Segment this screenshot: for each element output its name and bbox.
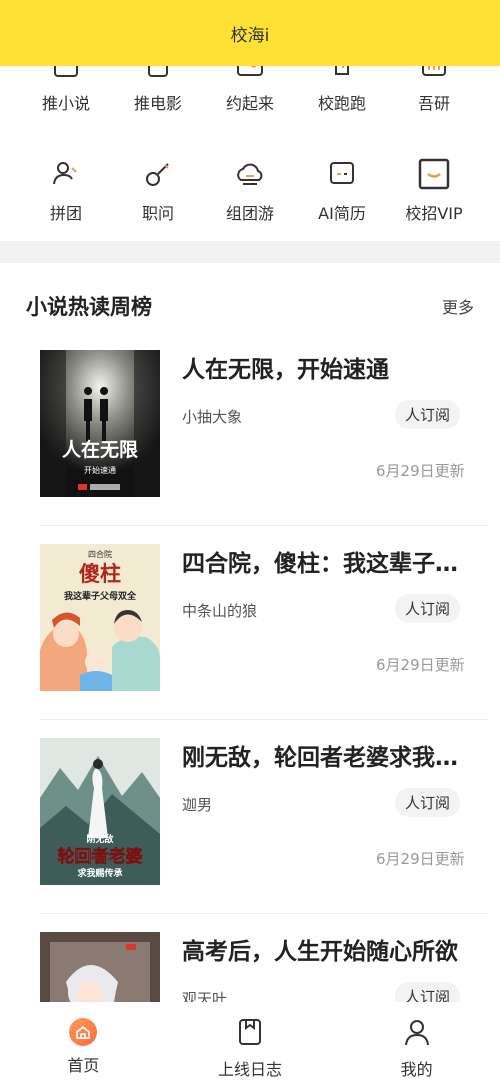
subscribe-badge: 人订阅 xyxy=(395,788,461,817)
grid-item-label: 吾研 xyxy=(417,94,450,113)
grid-item-campus-vip[interactable]: 校招VIP xyxy=(388,156,480,224)
grid-item-career[interactable]: 职问 xyxy=(112,156,204,224)
section-header: 小说热读周榜 更多 xyxy=(22,288,474,324)
grad-study-icon xyxy=(416,66,452,82)
profile-icon xyxy=(404,1018,430,1050)
subscribe-badge: 人订阅 xyxy=(395,594,461,623)
section-divider xyxy=(0,241,500,263)
app-header: 校海i xyxy=(0,0,500,66)
campus-vip-icon xyxy=(416,156,452,192)
svg-text:傻柱: 傻柱 xyxy=(79,561,121,586)
feature-grid-row-2: 拼团 职问 组团游 AI简历 校招VIP xyxy=(0,156,500,224)
career-icon xyxy=(140,156,176,192)
grid-item-errand[interactable]: 校跑跑 xyxy=(296,66,388,114)
tab-label: 首页 xyxy=(67,1056,100,1075)
book-author: 中条山的狼 xyxy=(182,602,258,620)
grid-item-label: 推电影 xyxy=(133,94,182,113)
book-list-item[interactable]: 人在无限 开始速通 人在无限，开始速通 小抽大象 人订阅 6月29日更新 xyxy=(40,332,488,526)
book-cover: 刚无敌 轮回者老婆 求我赐传承 xyxy=(40,738,160,885)
book-list-item[interactable]: 四合院 傻柱 我这辈子父母双全 四合院，傻柱：我这辈子父母双全 中条山的狼 人订… xyxy=(40,526,488,720)
book-cover: 四合院 傻柱 我这辈子父母双全 xyxy=(40,544,160,691)
section-title: 小说热读周榜 xyxy=(22,291,152,321)
group-buy-icon xyxy=(48,156,84,192)
update-date: 6月29日更新 xyxy=(376,656,465,674)
grid-item-label: 职问 xyxy=(141,204,174,223)
grid-item-cloud-travel[interactable]: 组团游 xyxy=(204,156,296,224)
grid-item-label: 校招VIP xyxy=(405,204,463,223)
tab-label: 我的 xyxy=(400,1060,433,1079)
grid-item-label: AI简历 xyxy=(318,204,366,223)
feature-grid-row-1: 推小说 推电影 约起来 校跑跑 吾研 xyxy=(0,66,500,114)
book-cover xyxy=(40,932,160,1002)
svg-text:开始速通: 开始速通 xyxy=(84,465,116,475)
svg-text:轮回者老婆: 轮回者老婆 xyxy=(58,846,143,867)
svg-text:四合院: 四合院 xyxy=(88,549,112,559)
book-cover: 人在无限 开始速通 xyxy=(40,350,160,497)
book-author: 小抽大象 xyxy=(182,408,243,426)
svg-text:我这辈子父母双全: 我这辈子父母双全 xyxy=(64,590,137,602)
grid-item-novel[interactable]: 推小说 xyxy=(20,66,112,114)
book-title[interactable]: 人在无限，开始速通 xyxy=(182,350,474,384)
book-title[interactable]: 高考后，人生开始随心所欲 xyxy=(182,932,474,966)
tab-profile[interactable]: 我的 xyxy=(333,1002,500,1082)
book-title[interactable]: 四合院，傻柱：我这辈子父母双全 xyxy=(182,544,474,578)
grid-item-label: 校跑跑 xyxy=(317,94,366,113)
tab-label: 上线日志 xyxy=(218,1060,283,1079)
grid-item-group-buy[interactable]: 拼团 xyxy=(20,156,112,224)
grid-item-meetup[interactable]: 约起来 xyxy=(204,66,296,114)
more-link[interactable]: 更多 xyxy=(442,294,474,318)
log-icon xyxy=(237,1018,263,1050)
book-author: 观天叶 xyxy=(182,990,228,1002)
svg-text:求我赐传承: 求我赐传承 xyxy=(77,867,122,879)
grid-item-grad-study[interactable]: 吾研 xyxy=(388,66,480,114)
grid-item-movie[interactable]: 推电影 xyxy=(112,66,204,114)
app-title: 校海i xyxy=(230,25,270,46)
home-icon xyxy=(69,1018,98,1046)
grid-item-ai-resume[interactable]: AI简历 xyxy=(296,156,388,224)
tab-changelog[interactable]: 上线日志 xyxy=(167,1002,334,1082)
update-date: 6月29日更新 xyxy=(376,850,465,868)
grid-item-label: 推小说 xyxy=(41,94,90,113)
grid-item-label: 组团游 xyxy=(225,204,274,223)
novel-icon xyxy=(48,66,84,82)
book-author: 迦男 xyxy=(182,796,213,814)
main-content[interactable]: 推小说 推电影 约起来 校跑跑 吾研 拼团 职问 组团游 AI简历 校招VIP … xyxy=(0,66,500,1002)
book-list-item[interactable]: 高考后，人生开始随心所欲 观天叶 人订阅 xyxy=(40,914,488,1002)
cloud-travel-icon xyxy=(232,156,268,192)
subscribe-badge: 人订阅 xyxy=(395,982,461,1002)
svg-text:刚无敌: 刚无敌 xyxy=(86,833,113,845)
meetup-icon xyxy=(232,66,268,82)
ai-resume-icon xyxy=(324,156,360,192)
book-list-item[interactable]: 刚无敌 轮回者老婆 求我赐传承 刚无敌，轮回者老婆求我传承 迦男 人订阅 6月2… xyxy=(40,720,488,914)
book-title[interactable]: 刚无敌，轮回者老婆求我传承 xyxy=(182,738,474,772)
grid-item-label: 拼团 xyxy=(49,204,82,223)
errand-icon xyxy=(324,66,360,82)
tab-home[interactable]: 首页 xyxy=(0,1002,167,1082)
movie-icon xyxy=(140,66,176,82)
grid-item-label: 约起来 xyxy=(225,94,274,113)
svg-text:人在无限: 人在无限 xyxy=(62,438,138,461)
bottom-tab-bar: 首页 上线日志 我的 xyxy=(0,1002,500,1082)
subscribe-badge: 人订阅 xyxy=(395,400,461,429)
update-date: 6月29日更新 xyxy=(376,462,465,480)
